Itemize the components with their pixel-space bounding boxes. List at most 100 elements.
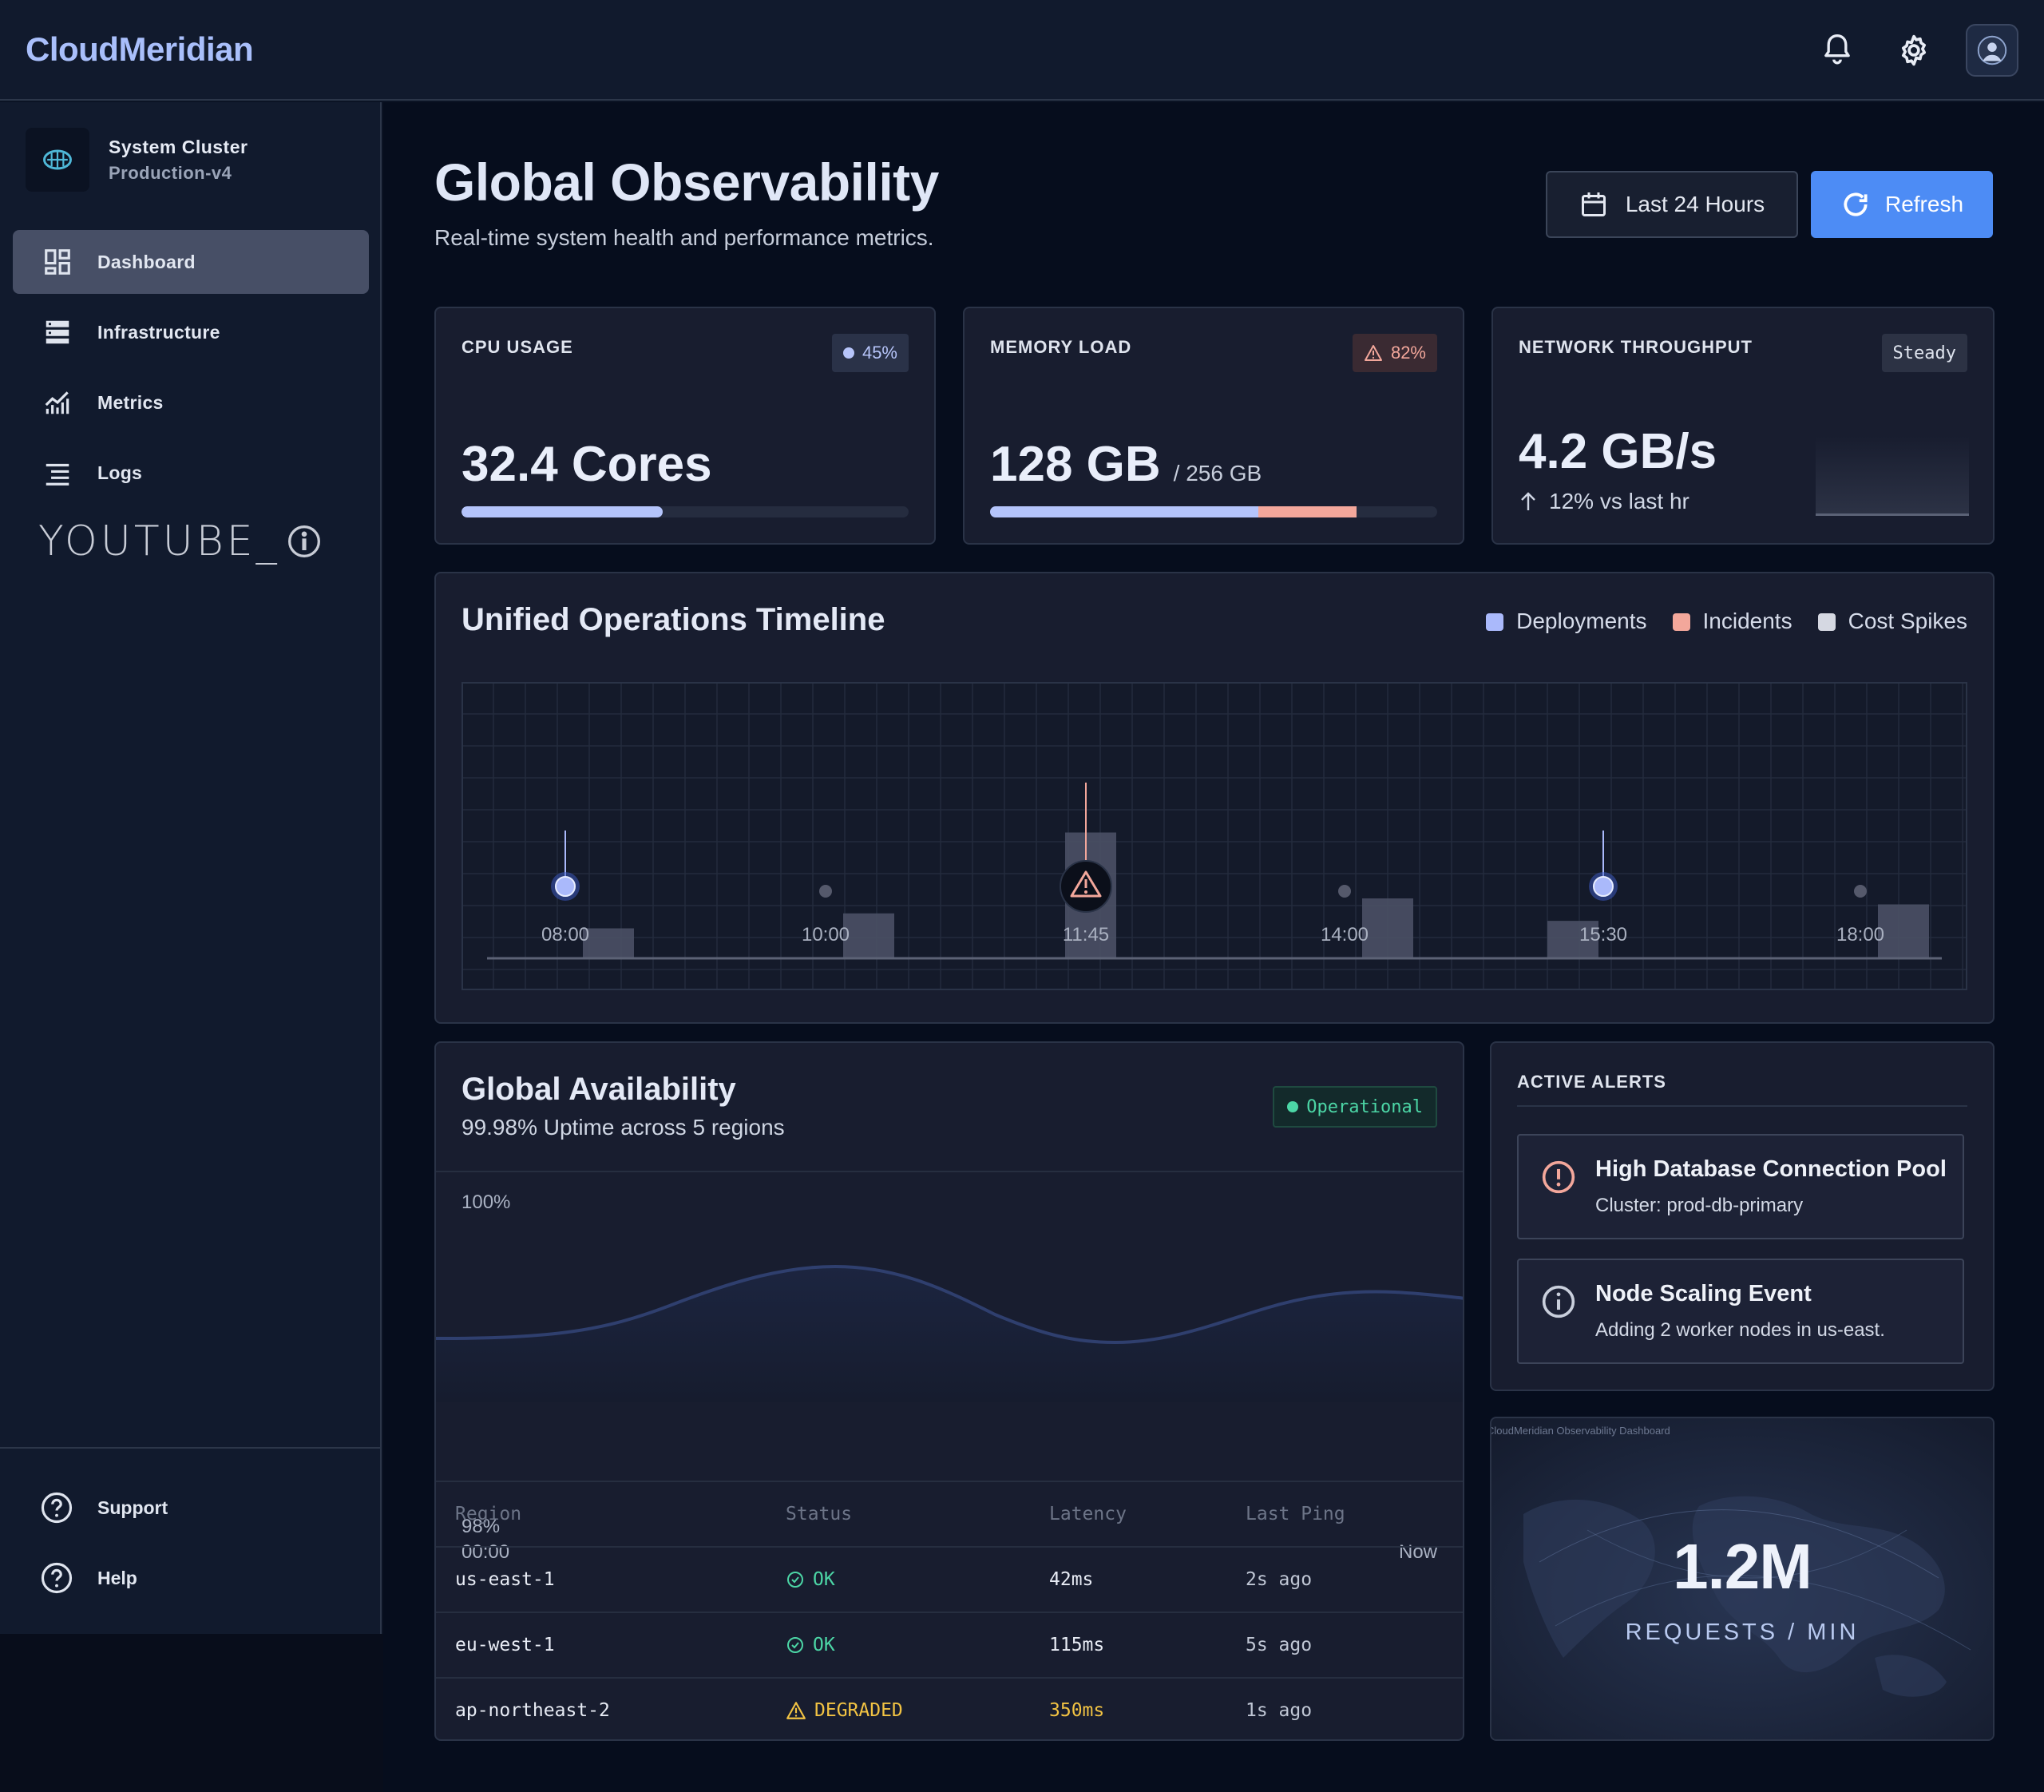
column-header-status[interactable]: Status [786, 1504, 852, 1524]
column-header-last-ping[interactable]: Last Ping [1246, 1504, 1345, 1524]
divider [436, 1171, 1463, 1172]
network-value: 4.2 GB/s [1519, 424, 1717, 479]
legend-swatch [1817, 613, 1836, 631]
operational-status-badge: Operational [1273, 1086, 1437, 1128]
nav-label: Logs [97, 462, 143, 483]
legend-label: Deployments [1516, 609, 1647, 633]
memory-label: MEMORY LOAD [990, 337, 1132, 357]
availability-title: Global Availability [461, 1072, 736, 1107]
latency-cell: 350ms [1049, 1700, 1105, 1721]
cpu-progress-fill [461, 506, 663, 517]
refresh-button[interactable]: Refresh [1811, 171, 1993, 238]
nav-item-metrics[interactable]: Metrics [13, 371, 369, 434]
memory-progress-track [990, 506, 1437, 517]
cpu-badge: 45% [831, 334, 909, 372]
deployment-marker [555, 876, 576, 897]
help-circle-icon [41, 1562, 73, 1594]
global-availability-card: Global Availability 99.98% Uptime across… [434, 1041, 1464, 1741]
legend-label: Cost Spikes [1848, 609, 1967, 633]
event-dot [1854, 885, 1867, 898]
timeline-bar [583, 928, 634, 958]
cpu-value: 32.4 Cores [461, 437, 712, 492]
help-link[interactable]: Help [0, 1543, 382, 1613]
latency-cell: 42ms [1049, 1569, 1094, 1590]
table-row[interactable]: us-east-1 OK 42ms 2s ago [436, 1546, 1463, 1612]
brand-logo[interactable]: CloudMeridian [26, 30, 254, 69]
cluster-switcher[interactable]: System Cluster Production-v4 [26, 128, 248, 192]
operational-status-text: Operational [1306, 1096, 1423, 1117]
table-header: Region Status Latency Last Ping [436, 1481, 1463, 1546]
x-tick-label: 10:00 [802, 924, 850, 946]
legend-cost-spikes[interactable]: Cost Spikes [1817, 609, 1967, 634]
y-axis-top-label: 100% [461, 1191, 511, 1213]
calendar-icon [1581, 192, 1606, 216]
legend-incidents[interactable]: Incidents [1672, 609, 1792, 634]
refresh-label: Refresh [1884, 192, 1964, 216]
table-row[interactable]: eu-west-1 OK 115ms 5s ago [436, 1612, 1463, 1677]
date-range-label: Last 24 Hours [1625, 192, 1765, 216]
sidebar: System Cluster Production-v4 Dashboard I… [0, 102, 382, 1634]
help-circle-icon [41, 1492, 73, 1524]
table-row[interactable]: ap-northeast-2 DEGRADED 350ms 1s ago [436, 1677, 1463, 1739]
column-header-region[interactable]: Region [455, 1504, 521, 1524]
memory-total: / 256 GB [1173, 461, 1262, 486]
network-badge: Steady [1881, 334, 1967, 372]
legend-deployments[interactable]: Deployments [1486, 609, 1647, 634]
event-dot [819, 885, 832, 898]
x-tick-label: 14:00 [1321, 924, 1369, 946]
cpu-usage-card: CPU USAGE 45% 32.4 Cores [434, 307, 936, 545]
notifications-bell-icon[interactable] [1812, 26, 1862, 75]
incident-warning-icon-dot [1084, 890, 1087, 894]
requests-label: REQUESTS / MIN [1625, 1620, 1860, 1645]
latency-cell: 115ms [1049, 1635, 1105, 1655]
cluster-environment: Production-v4 [109, 162, 232, 183]
check-circle-icon [787, 1637, 803, 1653]
watermark-text: YOUTUBE_ [38, 517, 280, 565]
alert-item[interactable]: Node Scaling Event Adding 2 worker nodes… [1517, 1259, 1964, 1364]
legend-swatch [1486, 613, 1504, 631]
user-avatar[interactable] [1966, 24, 2018, 77]
x-tick-label: 11:45 [1063, 924, 1109, 946]
legend-label: Incidents [1702, 609, 1792, 633]
nav-item-infrastructure[interactable]: Infrastructure [13, 300, 369, 364]
nav-item-logs[interactable]: Logs [13, 441, 369, 505]
list-icon [42, 457, 73, 489]
nav-label: Dashboard [97, 251, 196, 272]
memory-badge: 82% [1352, 334, 1437, 372]
date-range-button[interactable]: Last 24 Hours [1546, 171, 1798, 238]
warning-triangle-icon [1364, 345, 1382, 361]
top-actions [1812, 24, 2018, 77]
cluster-name: System Cluster [109, 136, 248, 157]
server-icon [42, 316, 73, 348]
availability-subtitle: 99.98% Uptime across 5 regions [461, 1115, 785, 1140]
sidebar-bottom-space [0, 1634, 383, 1792]
status-text: OK [813, 1635, 835, 1655]
nav-label: Metrics [97, 391, 164, 413]
memory-value: 128 GB [990, 437, 1161, 492]
map-caption: CloudMeridian Observability Dashboard [1490, 1425, 1670, 1437]
alert-item[interactable]: High Database Connection Pool Cluster: p… [1517, 1134, 1964, 1239]
sidebar-footer: Support Help [0, 1447, 382, 1613]
memory-load-card: MEMORY LOAD 82% 128 GB / 256 GB [963, 307, 1464, 545]
memory-progress-fill [990, 506, 1258, 517]
x-tick-label: 15:30 [1579, 924, 1627, 946]
nav-item-dashboard[interactable]: Dashboard [13, 230, 369, 294]
network-label: NETWORK THROUGHPUT [1519, 337, 1753, 357]
alerts-title: ACTIVE ALERTS [1517, 1072, 1666, 1092]
check-circle-icon [787, 1572, 803, 1588]
column-header-latency[interactable]: Latency [1049, 1504, 1127, 1524]
legend-swatch [1672, 613, 1690, 631]
alert-detail: Cluster: prod-db-primary [1595, 1195, 1804, 1216]
support-label: Support [97, 1497, 168, 1518]
status-dot-icon [1287, 1101, 1299, 1112]
region-cell: ap-northeast-2 [455, 1700, 610, 1721]
timeline-chart: 08:00 10:00 11:45 14:00 15:30 18:00 [461, 682, 1967, 990]
timeline-bar [1362, 898, 1413, 958]
status-text: DEGRADED [814, 1700, 903, 1721]
cpu-badge-value: 45% [862, 343, 897, 363]
page-subtitle: Real-time system health and performance … [434, 225, 934, 250]
alert-title: High Database Connection Pool [1595, 1156, 1947, 1182]
info-circle-icon [1542, 1285, 1575, 1318]
support-link[interactable]: Support [0, 1473, 382, 1543]
settings-gear-icon[interactable] [1889, 26, 1939, 75]
